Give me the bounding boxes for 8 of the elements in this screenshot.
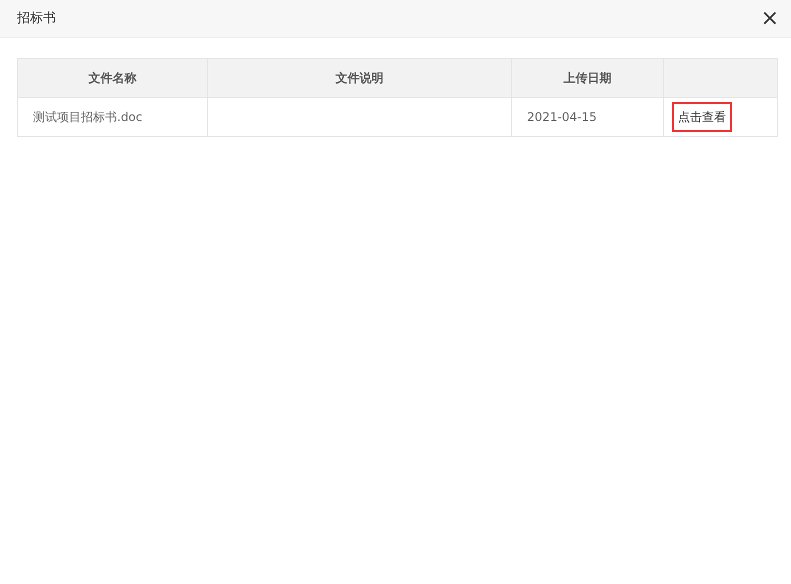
dialog-title: 招标书	[17, 10, 56, 28]
column-header: 上传日期	[512, 58, 664, 98]
view-link[interactable]: 点击查看	[672, 102, 732, 132]
close-button[interactable]: ×	[760, 8, 779, 30]
column-header: 文件名称	[18, 58, 208, 98]
table-cell: 测试项目招标书.doc	[18, 98, 208, 136]
table-cell: 2021-04-15	[512, 98, 664, 136]
column-header: 文件说明	[208, 58, 512, 98]
